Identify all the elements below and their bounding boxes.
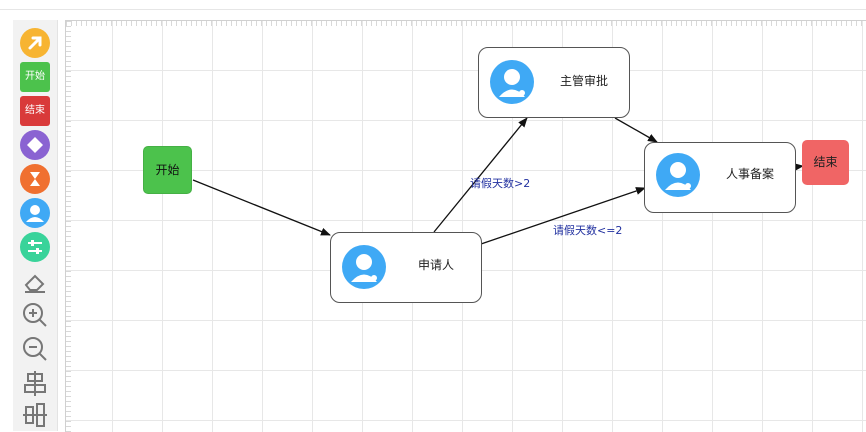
hr-avatar <box>656 153 700 197</box>
end-node[interactable]: 结束 <box>802 140 849 185</box>
user-icon <box>499 69 525 97</box>
hr-node[interactable]: 人事备案 <box>644 142 796 213</box>
hr-label: 人事备案 <box>726 167 775 181</box>
applicant-avatar <box>342 245 386 289</box>
supervisor-avatar <box>490 60 534 104</box>
supervisor-label: 主管审批 <box>560 74 609 88</box>
edge-label-le2: 请假天数<=2 <box>553 224 623 237</box>
edges-layer <box>192 117 804 245</box>
user-icon <box>665 162 691 190</box>
edge-start-to-applicant[interactable] <box>192 179 331 236</box>
edge-label-gt2: 请假天数>2 <box>470 177 531 190</box>
applicant-label: 申请人 <box>418 258 455 272</box>
supervisor-node[interactable]: 主管审批 <box>478 47 630 118</box>
applicant-node[interactable]: 申请人 <box>330 232 482 303</box>
edge-supervisor-to-hr[interactable] <box>614 117 658 143</box>
user-icon <box>351 254 377 282</box>
start-node[interactable]: 开始 <box>143 146 192 194</box>
